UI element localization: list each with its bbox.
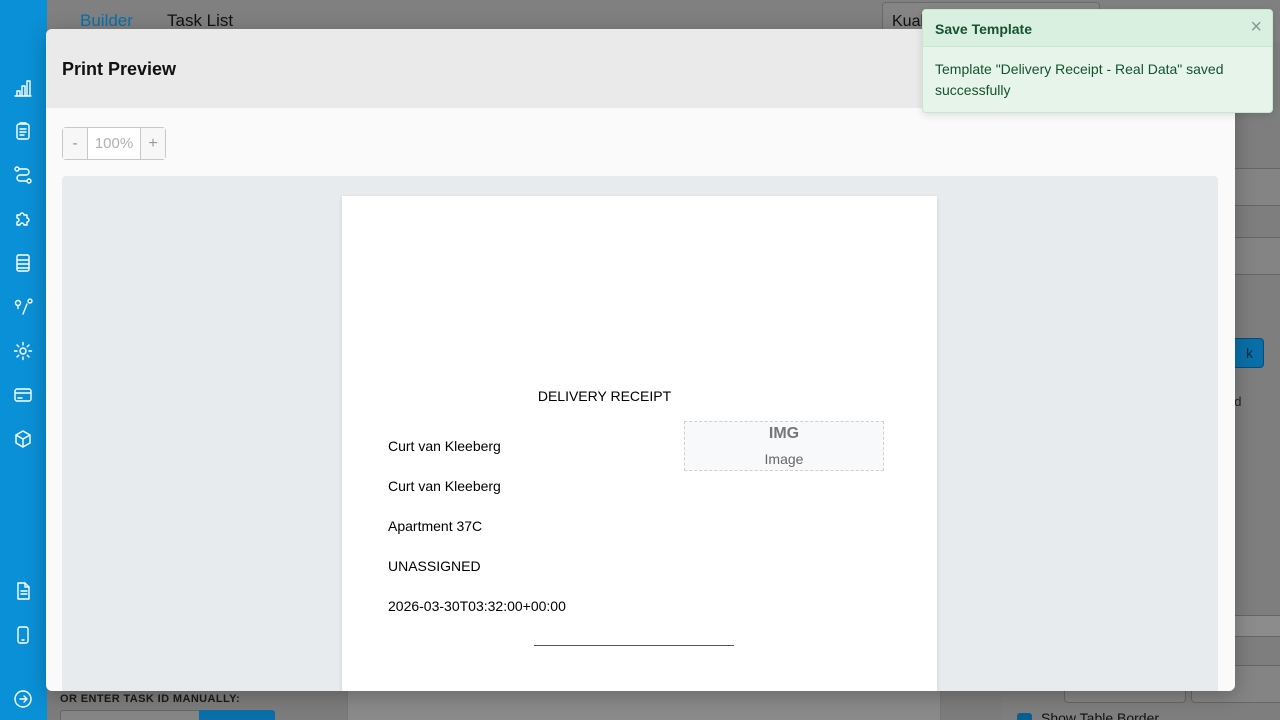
show-table-border-checkbox[interactable] [1017,713,1032,720]
map-pin-route-icon[interactable] [12,296,34,318]
print-preview-modal: Print Preview - 100% + DELIVERY RECEIPT … [46,29,1235,691]
file-text-icon[interactable] [12,580,34,602]
receipt-line: UNASSIGNED [388,558,481,574]
clipboard-icon[interactable] [12,120,34,142]
receipt-line: 2026-03-30T03:32:00+00:00 [388,598,566,614]
zoom-control: - 100% + [62,127,166,160]
route-icon[interactable] [12,164,34,186]
close-icon[interactable]: × [1250,17,1262,37]
receipt-line: Apartment 37C [388,518,483,534]
save-success-toast: Save Template × Template "Delivery Recei… [922,9,1273,113]
mobile-icon[interactable] [12,624,34,646]
manual-task-id-button[interactable] [199,710,275,720]
tab-task-list[interactable]: Task List [167,11,233,31]
gear-icon[interactable] [12,340,34,362]
document-list-icon[interactable] [12,252,34,274]
receipt-line: Curt van Kleeberg [388,438,501,454]
toast-title: Save Template [935,21,1033,37]
image-placeholder: IMG Image [684,421,884,471]
left-sidebar [0,0,47,720]
receipt-page: DELIVERY RECEIPT Curt van Kleeberg Curt … [342,196,937,691]
box-icon[interactable] [12,428,34,450]
toast-message: Template "Delivery Receipt - Real Data" … [935,61,1224,98]
toast-header: Save Template × [923,10,1272,47]
tab-builder[interactable]: Builder [80,11,133,31]
credit-card-icon[interactable] [12,384,34,406]
image-placeholder-tag: IMG [768,425,800,442]
receipt-line: Curt van Kleeberg [388,478,501,494]
image-placeholder-label: Image [764,451,804,467]
zoom-in-button[interactable]: + [141,128,165,159]
zoom-level: 100% [87,128,141,159]
bar-chart-icon[interactable] [12,77,34,99]
receipt-title: DELIVERY RECEIPT [537,388,672,404]
show-table-border-label: Show Table Border [1041,710,1160,720]
puzzle-icon[interactable] [12,208,34,230]
logout-icon[interactable] [12,688,34,710]
dropdown-button-label: k [1246,345,1253,361]
manual-task-id-input[interactable] [60,710,200,720]
signature-line [534,645,734,646]
modal-title: Print Preview [62,59,177,79]
manual-task-id-label: OR ENTER TASK ID MANUALLY: [60,693,241,705]
zoom-out-button[interactable]: - [63,128,87,159]
builder-canvas [347,690,941,720]
